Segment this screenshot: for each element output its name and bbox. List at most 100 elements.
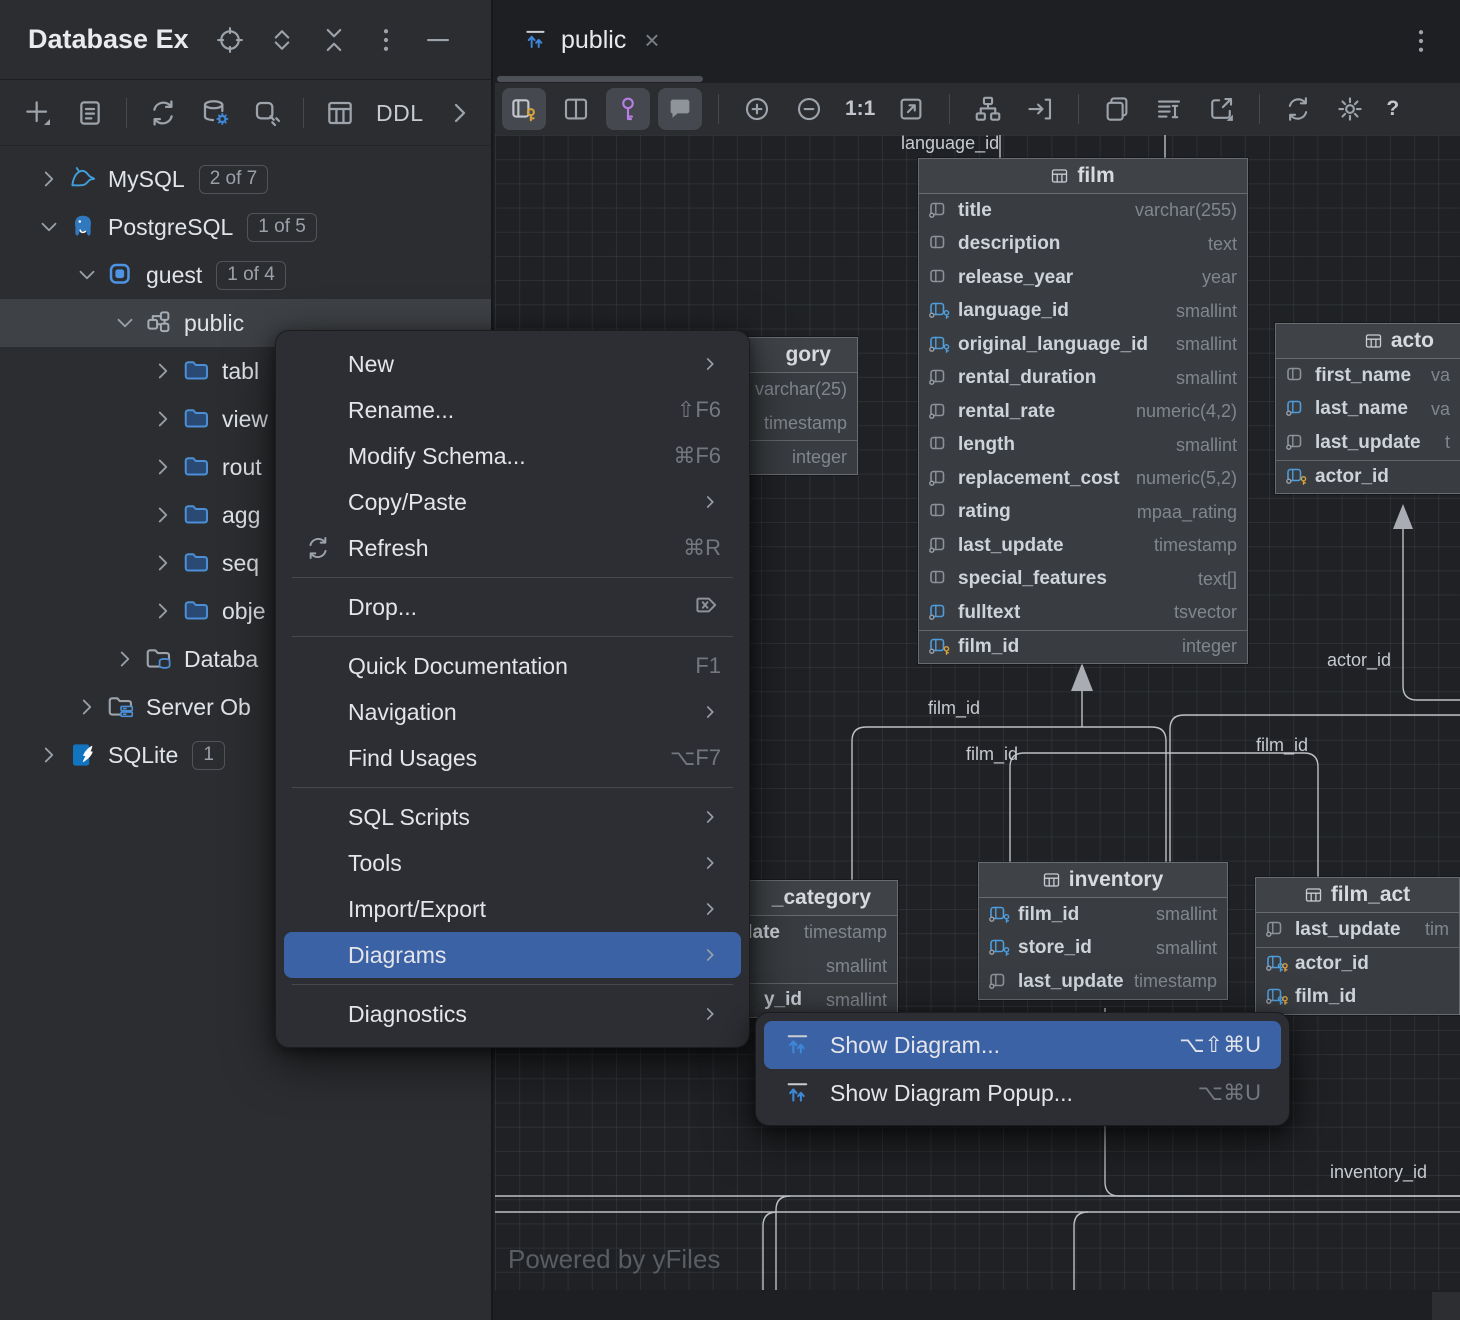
chevron-right-icon[interactable] — [150, 598, 176, 624]
entity-column-row[interactable]: film_id — [1256, 980, 1459, 1014]
tab-scrollbar-thumb[interactable] — [497, 76, 703, 82]
collapse-all-button[interactable] — [319, 25, 349, 55]
tree-item-label: seq — [222, 550, 259, 577]
chevron-right-icon[interactable] — [150, 502, 176, 528]
menu-item-diagrams[interactable]: Diagrams — [284, 932, 741, 978]
menu-item-quick-documentation[interactable]: Quick DocumentationF1 — [284, 643, 741, 689]
ddl-button[interactable]: DDL — [376, 100, 424, 127]
more-toolbar-button[interactable] — [444, 97, 476, 129]
help-button[interactable]: ? — [1380, 97, 1405, 121]
menu-item-modify-schema[interactable]: Modify Schema...⌘F6 — [284, 433, 741, 479]
entity-column-row[interactable]: film_idsmallint — [979, 898, 1227, 932]
chevron-right-icon[interactable] — [36, 742, 62, 768]
entity-header[interactable]: acto — [1276, 324, 1460, 359]
expand-all-button[interactable] — [267, 25, 297, 55]
chevron-right-icon[interactable] — [112, 646, 138, 672]
disconnect-button[interactable] — [251, 97, 283, 129]
chevron-right-icon[interactable] — [150, 358, 176, 384]
toggle-keys-button[interactable] — [606, 88, 650, 130]
column-name: film_id — [1295, 986, 1356, 1008]
entity-column-row[interactable]: lengthsmallint — [919, 429, 1247, 463]
zoom-out-button[interactable] — [787, 88, 831, 130]
entity-column-row[interactable]: special_featurestext[] — [919, 563, 1247, 597]
entity-column-row[interactable]: titlevarchar(255) — [919, 194, 1247, 228]
chevron-right-icon[interactable] — [150, 454, 176, 480]
toggle-comments-button[interactable] — [658, 88, 702, 130]
entity-film_act[interactable]: film_actlast_updatetimactor_id film_id — [1255, 877, 1460, 1015]
menu-item-diagnostics[interactable]: Diagnostics — [284, 991, 741, 1037]
chevron-down-icon[interactable] — [112, 310, 138, 336]
entity-column-row[interactable]: last_updatet — [1276, 426, 1460, 460]
tab-close-icon[interactable]: × — [644, 27, 659, 53]
sidebar-item-guest[interactable]: guest1 of 4 — [0, 251, 491, 299]
chevron-down-icon[interactable] — [74, 262, 100, 288]
entity-acto[interactable]: actofirst_namevalast_namevalast_updateta… — [1275, 323, 1460, 494]
entity-column-row[interactable]: release_yearyear — [919, 261, 1247, 295]
zoom-in-button[interactable] — [735, 88, 779, 130]
entity-column-row[interactable]: actor_id — [1256, 947, 1459, 981]
toggle-key-columns-button[interactable] — [502, 88, 546, 130]
entity-header[interactable]: film_act — [1256, 878, 1459, 913]
menu-item-rename[interactable]: Rename...⇧F6 — [284, 387, 741, 433]
chevron-right-icon[interactable] — [36, 166, 62, 192]
entity-column-row[interactable]: actor_id — [1276, 460, 1460, 494]
tab-public[interactable]: public × — [513, 14, 670, 66]
menu-item-show-diagram[interactable]: Show Diagram...⌥⇧⌘U — [764, 1021, 1281, 1069]
sidebar-item-mysql[interactable]: MySQL2 of 7 — [0, 155, 491, 203]
edit-notes-button[interactable] — [1147, 88, 1191, 130]
entity-header[interactable]: film — [919, 159, 1247, 194]
entity-column-row[interactable]: ratingmpaa_rating — [919, 496, 1247, 530]
hide-panel-button[interactable] — [423, 25, 453, 55]
fit-content-button[interactable] — [889, 88, 933, 130]
add-data-source-button[interactable] — [22, 97, 54, 129]
entity-column-row[interactable]: fulltexttsvector — [919, 596, 1247, 630]
entity-column-row[interactable]: last_updatetim — [1256, 913, 1459, 947]
chevron-right-icon[interactable] — [74, 694, 100, 720]
sidebar-item-postgresql[interactable]: PostgreSQL1 of 5 — [0, 203, 491, 251]
entity-column-row[interactable]: original_language_idsmallint — [919, 328, 1247, 362]
entity-column-row[interactable]: last_updatetimestamp — [919, 529, 1247, 563]
menu-item-new[interactable]: New — [284, 341, 741, 387]
apply-layout-button[interactable] — [966, 88, 1010, 130]
menu-item-navigation[interactable]: Navigation — [284, 689, 741, 735]
menu-item-find-usages[interactable]: Find Usages⌥F7 — [284, 735, 741, 781]
entity-column-row[interactable]: last_nameva — [1276, 393, 1460, 427]
grid-icon — [1051, 168, 1068, 185]
actual-size-button[interactable]: 1:1 — [839, 97, 881, 121]
entity-column-row[interactable]: first_nameva — [1276, 359, 1460, 393]
menu-item-drop[interactable]: Drop... — [284, 584, 741, 630]
duplicate-button[interactable] — [74, 97, 106, 129]
chevron-down-icon[interactable] — [36, 214, 62, 240]
menu-item-copy-paste[interactable]: Copy/Paste — [284, 479, 741, 525]
chevron-right-icon[interactable] — [150, 550, 176, 576]
chevron-right-icon[interactable] — [150, 406, 176, 432]
entity-column-row[interactable]: store_idsmallint — [979, 932, 1227, 966]
entity-inventory[interactable]: inventoryfilm_idsmallintstore_idsmallint… — [978, 862, 1228, 1000]
menu-item-show-diagram-popup[interactable]: Show Diagram Popup...⌥⌘U — [764, 1069, 1281, 1117]
locate-button[interactable] — [215, 25, 245, 55]
more-options-button[interactable] — [371, 25, 401, 55]
refresh-diagram-button[interactable] — [1276, 88, 1320, 130]
entity-column-row[interactable]: rental_durationsmallint — [919, 362, 1247, 396]
entity-column-row[interactable]: rental_ratenumeric(4,2) — [919, 395, 1247, 429]
data-source-properties-button[interactable] — [199, 97, 231, 129]
export-diagram-button[interactable] — [1199, 88, 1243, 130]
settings-button[interactable] — [1328, 88, 1372, 130]
entity-column-row[interactable]: language_idsmallint — [919, 295, 1247, 329]
entity-header[interactable]: inventory — [979, 863, 1227, 898]
entity-film[interactable]: filmtitlevarchar(255)descriptiontextrele… — [918, 158, 1248, 664]
entity-column-row[interactable]: film_idinteger — [919, 630, 1247, 664]
tab-options-icon[interactable] — [1406, 26, 1436, 56]
jump-to-query-console-button[interactable] — [324, 97, 356, 129]
entity-column-row[interactable]: descriptiontext — [919, 228, 1247, 262]
menu-item-import-export[interactable]: Import/Export — [284, 886, 741, 932]
entity-column-row[interactable]: replacement_costnumeric(5,2) — [919, 462, 1247, 496]
menu-item-refresh[interactable]: Refresh⌘R — [284, 525, 741, 571]
jump-to-source-button[interactable] — [1018, 88, 1062, 130]
menu-item-tools[interactable]: Tools — [284, 840, 741, 886]
refresh-button[interactable] — [147, 97, 179, 129]
toggle-columns-button[interactable] — [554, 88, 598, 130]
menu-item-sql-scripts[interactable]: SQL Scripts — [284, 794, 741, 840]
copy-diagram-button[interactable] — [1095, 88, 1139, 130]
entity-column-row[interactable]: last_updatetimestamp — [979, 965, 1227, 999]
